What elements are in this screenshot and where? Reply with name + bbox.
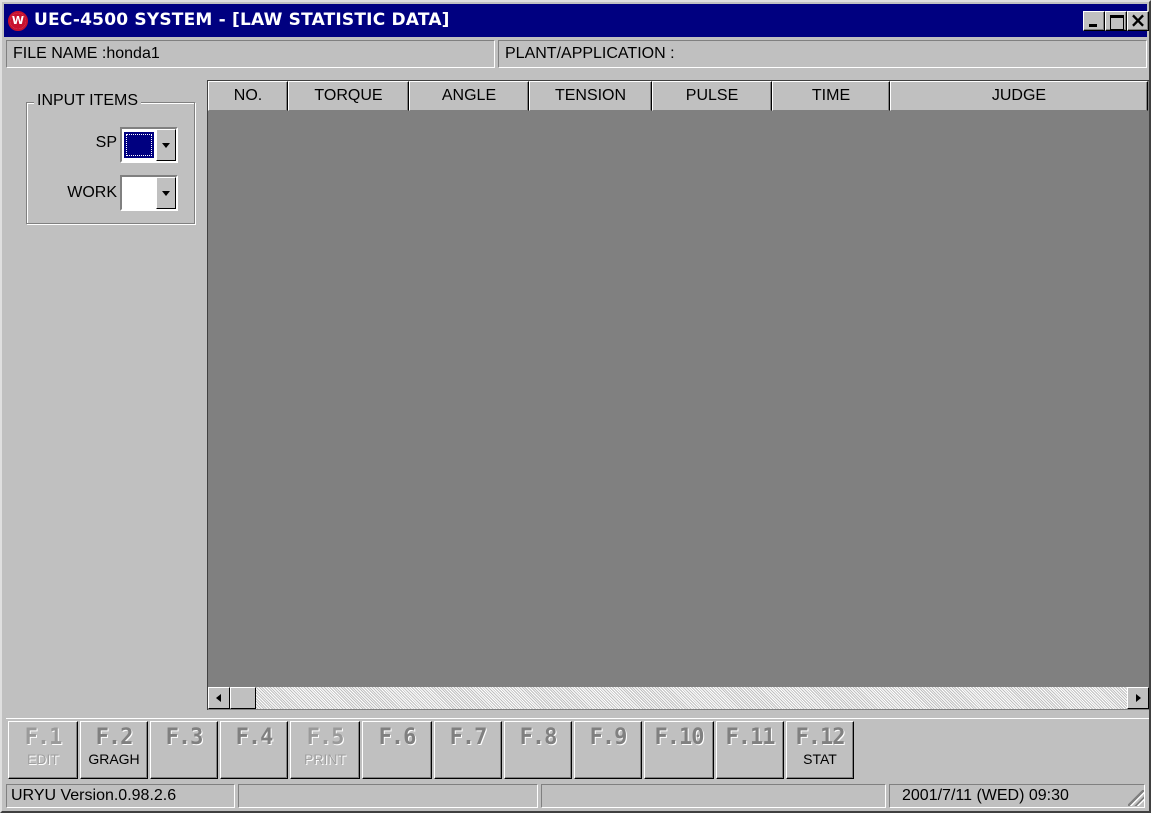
input-items-title: INPUT ITEMS: [34, 91, 142, 111]
sp-color-dropdown[interactable]: [120, 127, 178, 163]
status-panel-empty-1: [238, 784, 538, 808]
function-key-number: F.3: [165, 725, 204, 750]
function-key-f8[interactable]: F.8: [504, 721, 572, 779]
function-key-number: F.7: [449, 725, 488, 750]
function-key-f9[interactable]: F.9: [574, 721, 642, 779]
chevron-down-icon[interactable]: [156, 177, 176, 209]
chevron-down-icon[interactable]: [156, 129, 176, 161]
work-label: WORK: [67, 184, 117, 201]
work-color-dropdown[interactable]: [120, 175, 178, 211]
column-header[interactable]: PULSE: [652, 81, 772, 111]
data-grid[interactable]: NO. TORQUE ANGLE TENSION PULSE TIME JUDGE: [207, 80, 1149, 710]
scroll-right-icon[interactable]: [1127, 687, 1149, 709]
scroll-thumb[interactable]: [230, 687, 256, 709]
app-logo-icon: [8, 11, 28, 31]
column-header[interactable]: ANGLE: [409, 81, 529, 111]
scroll-left-icon[interactable]: [208, 687, 230, 709]
function-key-f7[interactable]: F.7: [434, 721, 502, 779]
plant-application-field: PLANT/APPLICATION :: [498, 40, 1147, 68]
function-key-number: F.5: [306, 725, 345, 750]
column-header[interactable]: NO.: [208, 81, 288, 111]
column-header[interactable]: TENSION: [529, 81, 652, 111]
function-key-number: F.11: [725, 725, 776, 750]
function-key-label: GRAGH: [88, 751, 140, 767]
function-key-f10[interactable]: F.10: [644, 721, 714, 779]
function-key-label: EDIT: [27, 751, 59, 767]
function-key-number: F.10: [654, 725, 705, 750]
close-button[interactable]: [1127, 9, 1149, 31]
function-key-f11[interactable]: F.11: [716, 721, 784, 779]
function-key-number: F.6: [378, 725, 417, 750]
column-header[interactable]: JUDGE: [890, 81, 1148, 111]
resize-grip-icon[interactable]: [1128, 790, 1144, 806]
function-key-bar: F.1 EDIT F.2 GRAGH F.3 F.4 F.5 PRINT F.6 F.7 F.8 F.…: [6, 718, 1149, 780]
function-key-f1[interactable]: F.1 EDIT: [8, 721, 78, 779]
function-key-f12[interactable]: F.12 STAT: [786, 721, 854, 779]
column-header[interactable]: TORQUE: [288, 81, 409, 111]
function-key-number: F.1: [24, 725, 63, 750]
function-key-f4[interactable]: F.4: [220, 721, 288, 779]
function-key-number: F.4: [235, 725, 274, 750]
function-key-number: F.9: [589, 725, 628, 750]
function-key-number: F.2: [95, 725, 134, 750]
function-key-label: STAT: [803, 751, 837, 767]
sp-label: SP: [95, 134, 117, 151]
window-title: UEC-4500 SYSTEM - [LAW STATISTIC DATA]: [34, 10, 450, 30]
status-panel-empty-2: [541, 784, 886, 808]
maximize-button[interactable]: [1105, 11, 1127, 31]
sp-color-swatch: [124, 132, 154, 158]
horizontal-scrollbar[interactable]: [208, 687, 1149, 709]
function-key-f6[interactable]: F.6: [362, 721, 432, 779]
function-key-f5[interactable]: F.5 PRINT: [290, 721, 360, 779]
function-key-f2[interactable]: F.2 GRAGH: [80, 721, 148, 779]
function-key-f3[interactable]: F.3: [150, 721, 218, 779]
function-key-number: F.8: [519, 725, 558, 750]
version-status: URYU Version.0.98.2.6: [6, 784, 235, 808]
app-window: UEC-4500 SYSTEM - [LAW STATISTIC DATA] F…: [0, 0, 1151, 813]
function-key-number: F.12: [795, 725, 846, 750]
file-name-field: FILE NAME :honda1: [6, 40, 495, 68]
column-header[interactable]: TIME: [772, 81, 890, 111]
grid-header: NO. TORQUE ANGLE TENSION PULSE TIME JUDGE: [208, 81, 1148, 111]
function-key-label: PRINT: [304, 751, 346, 767]
title-bar[interactable]: UEC-4500 SYSTEM - [LAW STATISTIC DATA]: [4, 4, 1149, 37]
datetime-status: 2001/7/11 (WED) 09:30: [889, 784, 1145, 808]
minimize-button[interactable]: [1083, 11, 1105, 31]
